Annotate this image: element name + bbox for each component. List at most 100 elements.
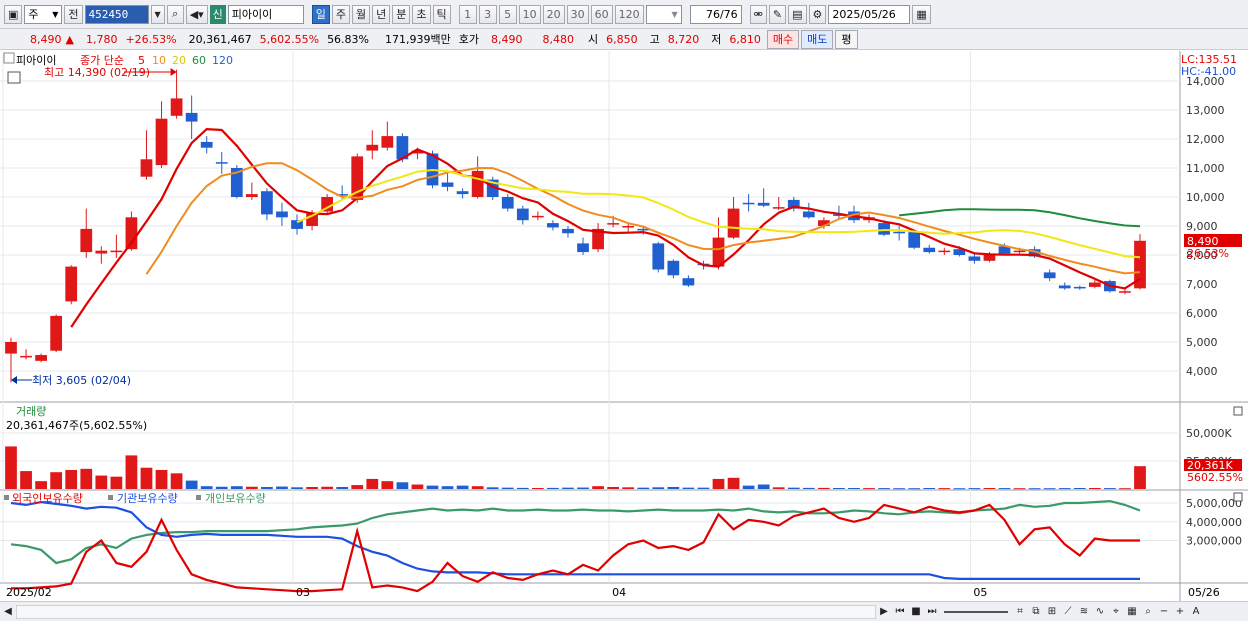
candle-body	[456, 191, 469, 195]
price-tick-label: 9,000	[1186, 220, 1218, 233]
code-dropdown-icon[interactable]: ▼	[150, 4, 165, 24]
volume-bar	[983, 487, 996, 489]
link-icon[interactable]: ⚮	[749, 4, 767, 24]
rewind-icon[interactable]: ⏮	[892, 604, 908, 620]
holding-panel-close-icon[interactable]	[1233, 492, 1243, 502]
volume-panel-title: 거래량	[16, 405, 46, 418]
period-second[interactable]: 초	[412, 4, 431, 24]
up-arrow-icon: ▲	[65, 32, 74, 46]
zoom-in-icon[interactable]: +	[1172, 604, 1188, 620]
volume-bar	[697, 487, 710, 489]
volume-bar	[396, 482, 409, 489]
candle-body	[471, 170, 484, 197]
sell-button[interactable]: 매도	[801, 29, 834, 49]
grid-icon[interactable]: ▦	[1124, 604, 1140, 620]
stop-icon[interactable]: ■	[908, 604, 924, 620]
draw-tool-icon[interactable]: ✎	[768, 4, 787, 24]
zoom-out-icon[interactable]: −	[1156, 604, 1172, 620]
volume-bar	[833, 487, 845, 489]
axes-layer: 14,00013,00012,00011,00010,0009,0008,000…	[6, 75, 1242, 599]
period-day[interactable]: 일	[311, 4, 330, 24]
period-month[interactable]: 월	[352, 4, 371, 24]
volume-bar	[592, 486, 604, 489]
compare-icon[interactable]: ⊞	[1044, 604, 1060, 620]
stock-name-field[interactable]: 피아이이	[227, 4, 304, 24]
window-menu-icon[interactable]: ▣	[4, 4, 23, 24]
interval-1[interactable]: 1	[458, 4, 477, 24]
candle-body	[110, 250, 123, 253]
period-tick[interactable]: 틱	[432, 4, 451, 24]
interval-5[interactable]: 5	[498, 4, 517, 24]
volume-bar	[682, 487, 695, 489]
volume-bar	[155, 469, 168, 489]
calendar-icon[interactable]: ▦	[912, 4, 931, 24]
zoom-icon[interactable]: ⌕	[1140, 604, 1156, 620]
candle-body	[185, 112, 198, 122]
interval-20[interactable]: 20	[542, 4, 565, 24]
crosshair-icon[interactable]: ⌗	[1012, 604, 1028, 620]
volume-bar	[1088, 487, 1101, 489]
interval-10[interactable]: 10	[518, 4, 541, 24]
chart-canvas[interactable]: 14,00013,00012,00011,00010,0009,0008,000…	[0, 51, 1248, 601]
data-count-input[interactable]: 76/76	[689, 4, 742, 24]
volume-bar	[577, 487, 589, 489]
candle-body	[20, 355, 32, 358]
scroll-track[interactable]	[16, 604, 876, 619]
ma-period-120: 120	[212, 54, 233, 67]
search-icon[interactable]: ⌕	[166, 4, 184, 24]
zoom-slider[interactable]	[944, 610, 1008, 613]
scroll-right-icon[interactable]: ▶	[876, 604, 892, 620]
interval-custom-input[interactable]: ▼	[645, 4, 682, 24]
eval-button[interactable]: 평	[835, 29, 858, 49]
volume-bar	[1134, 466, 1146, 489]
candle-body	[215, 162, 228, 164]
volume-value: 20,361,467	[188, 32, 252, 46]
fibonacci-icon[interactable]: ≋	[1076, 604, 1092, 620]
candle-body	[50, 315, 63, 351]
scroll-left-icon[interactable]: ◀	[0, 604, 16, 620]
interval-3[interactable]: 3	[478, 4, 497, 24]
fast-forward-icon[interactable]: ⏭	[924, 604, 940, 620]
volume-bar	[5, 446, 17, 489]
volume-layer	[5, 446, 1146, 490]
volume-last-pct: 5602.55%	[1187, 471, 1243, 484]
market-select[interactable]: 주 ▼	[24, 4, 63, 24]
volume-bar	[637, 487, 650, 489]
trendline-icon[interactable]: ⟋	[1060, 604, 1076, 620]
interval-120[interactable]: 120	[614, 4, 644, 24]
date-input[interactable]: 2025/05/26	[828, 4, 911, 24]
gear-icon[interactable]: ⚙	[808, 4, 827, 24]
high-price: 8,720	[667, 32, 700, 46]
volume-bar	[366, 478, 379, 489]
candle-body	[908, 231, 921, 248]
copy-icon[interactable]: ⧉	[1028, 604, 1044, 620]
interval-30[interactable]: 30	[566, 4, 589, 24]
volume-bar	[185, 480, 198, 489]
table-view-icon[interactable]	[7, 71, 21, 84]
save-icon[interactable]: ▤	[788, 4, 807, 24]
volume-bar	[501, 487, 514, 489]
volume-bar	[1104, 488, 1116, 490]
stock-code-input[interactable]: 452450	[84, 4, 149, 24]
volume-bar	[80, 468, 93, 489]
speaker-icon[interactable]: ◀▾	[185, 4, 208, 24]
chart-scrollbar[interactable]: ◀ ▶ ⏮ ■ ⏭ ⌗ ⧉ ⊞ ⟋ ≋ ∿ ⌖ ▦ ⌕ − + A	[0, 601, 1248, 621]
quote-bar: 8,490 ▲ 1,780 +26.53% 20,361,467 5,602.5…	[0, 29, 1248, 50]
panel-menu-icon[interactable]	[3, 52, 15, 64]
period-year[interactable]: 년	[372, 4, 391, 24]
text-tool-icon[interactable]: A	[1188, 604, 1204, 620]
prev-button[interactable]: 전	[64, 4, 83, 24]
period-week[interactable]: 주	[331, 4, 351, 24]
wave-icon[interactable]: ∿	[1092, 604, 1108, 620]
candle-body	[80, 228, 93, 253]
buy-button[interactable]: 매수	[766, 29, 800, 49]
legend-bullet-icon	[108, 495, 113, 500]
volume-panel-close-icon[interactable]	[1233, 406, 1243, 416]
candle-body	[893, 231, 906, 234]
ask-price: 8,490	[491, 32, 523, 46]
volume-bar	[20, 471, 32, 489]
candle-body	[1043, 272, 1056, 279]
marker-icon[interactable]: ⌖	[1108, 604, 1124, 620]
interval-60[interactable]: 60	[590, 4, 613, 24]
period-minute[interactable]: 분	[392, 4, 411, 24]
